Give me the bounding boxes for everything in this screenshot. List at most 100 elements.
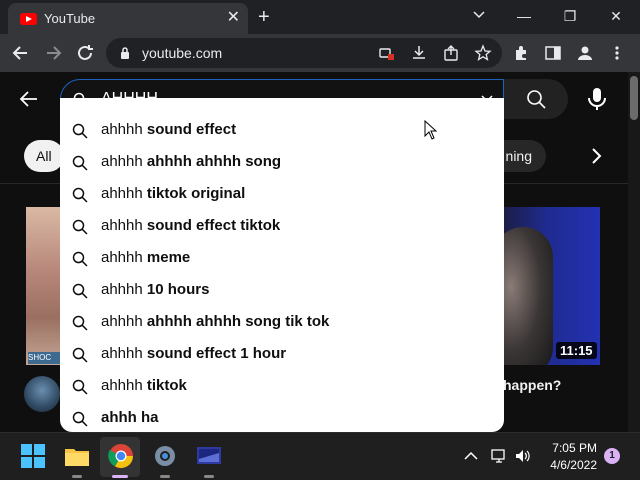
suggestion-prefix: ahhhh [101, 185, 147, 202]
search-icon [72, 411, 88, 427]
search-suggestion-item[interactable]: ahhhh sound effect tiktok [60, 210, 504, 242]
clock-date[interactable]: 4/6/2022 [545, 458, 597, 472]
suggestion-completion: sound effect 1 hour [146, 345, 287, 362]
desktop-app-icon[interactable] [194, 441, 224, 471]
chrome-app-icon[interactable] [106, 441, 136, 471]
suggestion-text: ahhhh meme [101, 249, 190, 266]
url-text[interactable]: youtube.com [142, 45, 222, 61]
windows-start-icon[interactable] [18, 441, 48, 471]
search-icon [72, 219, 88, 235]
mouse-cursor-icon [424, 120, 438, 140]
search-icon [72, 155, 88, 171]
new-tab-button[interactable]: + [258, 6, 270, 28]
chevron-up-icon[interactable] [462, 447, 480, 465]
suggestion-prefix: ahhhh [101, 121, 147, 138]
browser-tab-youtube[interactable]: YouTube ✕ [8, 3, 248, 34]
page-scrollbar-thumb[interactable] [630, 76, 638, 120]
profile-avatar-icon[interactable] [576, 44, 594, 62]
suggestion-text: ahhhh ahhhh ahhhh song [101, 153, 281, 170]
suggestion-completion: ahhh ha [101, 409, 159, 426]
chrome-active-indicator [112, 475, 128, 478]
window-restore-button[interactable]: ❐ [560, 6, 580, 26]
clock-time[interactable]: 7:05 PM [545, 441, 597, 455]
search-icon [72, 283, 88, 299]
suggestion-completion: tiktok original [146, 185, 246, 202]
suggestion-completion: meme [146, 249, 191, 266]
tab-title: YouTube [44, 11, 96, 26]
chevron-right-icon[interactable] [584, 144, 608, 168]
suggestion-prefix: ahhhh [101, 249, 147, 266]
settings-gear-icon[interactable] [150, 441, 180, 471]
thumbnail-person-image [503, 227, 553, 365]
search-button[interactable] [504, 79, 568, 119]
search-suggestion-item[interactable]: ahhhh sound effect 1 hour [60, 338, 504, 370]
suggestion-completion: sound effect [146, 121, 237, 138]
network-icon[interactable] [490, 447, 508, 465]
search-icon [72, 123, 88, 139]
search-icon [72, 251, 88, 267]
bookmark-star-icon[interactable] [474, 44, 492, 62]
suggestion-completion: ahhhh ahhhh song [146, 153, 282, 170]
suggestion-text: ahhhh 10 hours [101, 281, 209, 298]
search-suggestion-item[interactable]: ahhhh 10 hours [60, 274, 504, 306]
suggestion-text: ahhhh sound effect 1 hour [101, 345, 286, 362]
search-suggestions-dropdown: ahhhh sound effect ahhhh ahhhh ahhhh song… [60, 98, 504, 432]
page-scrollbar-track[interactable] [628, 72, 640, 432]
suggestion-text: ahhh ha [101, 409, 159, 426]
reload-icon[interactable] [74, 42, 96, 64]
window-minimize-button[interactable]: — [514, 6, 534, 26]
search-suggestion-item[interactable]: ahhhh tiktok [60, 370, 504, 402]
search-suggestion-item[interactable]: ahhhh meme [60, 242, 504, 274]
search-icon [72, 315, 88, 331]
microphone-icon[interactable] [580, 82, 614, 116]
suggestion-text: ahhhh tiktok original [101, 185, 245, 202]
video-thumbnail-left[interactable] [26, 207, 62, 365]
notification-count-badge[interactable]: 1 [604, 448, 620, 464]
video-duration-badge: 11:15 [556, 342, 597, 359]
camera-blocked-icon[interactable] [378, 44, 396, 62]
search-suggestion-item[interactable]: ahhhh ahhhh ahhhh song tik tok [60, 306, 504, 338]
search-back-arrow-icon[interactable] [16, 86, 42, 112]
file-explorer-icon[interactable] [62, 441, 92, 471]
lock-icon[interactable] [120, 46, 130, 60]
suggestion-completion: sound effect tiktok [146, 217, 281, 234]
share-icon[interactable] [442, 44, 460, 62]
channel-avatar[interactable] [24, 376, 60, 412]
suggestion-completion: 10 hours [146, 281, 210, 298]
suggestion-text: ahhhh ahhhh ahhhh song tik tok [101, 313, 329, 330]
install-app-icon[interactable] [410, 44, 428, 62]
youtube-favicon-icon [20, 13, 37, 25]
volume-icon[interactable] [514, 447, 532, 465]
search-suggestion-item[interactable]: ahhhh tiktok original [60, 178, 504, 210]
tab-close-button[interactable]: ✕ [227, 9, 240, 27]
tab-search-chevron-icon[interactable] [472, 7, 486, 21]
suggestion-text: ahhhh sound effect tiktok [101, 217, 280, 234]
video-title[interactable]: happen? [503, 377, 561, 393]
windows-taskbar: 7:05 PM 4/6/2022 1 [0, 432, 640, 480]
search-suggestion-item[interactable]: ahhh ha [60, 402, 504, 432]
side-panel-icon[interactable] [544, 44, 562, 62]
search-icon [72, 187, 88, 203]
extensions-puzzle-icon[interactable] [512, 44, 530, 62]
browser-tab-bar: YouTube ✕ + — ❐ ✕ [0, 0, 640, 34]
desktop-app-indicator [204, 475, 214, 478]
suggestion-prefix: ahhhh [101, 153, 147, 170]
forward-arrow-icon[interactable] [42, 42, 64, 64]
browser-toolbar: youtube.com [0, 34, 640, 72]
suggestion-prefix: ahhhh [101, 281, 147, 298]
back-arrow-icon[interactable] [10, 42, 32, 64]
search-suggestion-item[interactable]: ahhhh ahhhh ahhhh song [60, 146, 504, 178]
suggestion-prefix: ahhhh [101, 217, 147, 234]
chrome-menu-icon[interactable] [608, 44, 626, 62]
chip-all[interactable]: All [24, 140, 64, 172]
suggestion-prefix: ahhhh [101, 313, 147, 330]
suggestion-prefix: ahhhh [101, 345, 147, 362]
search-icon [72, 347, 88, 363]
suggestion-completion: ahhhh ahhhh song tik tok [146, 313, 330, 330]
suggestion-prefix: ahhhh [101, 377, 147, 394]
magnifier-icon [527, 90, 546, 109]
settings-indicator [160, 475, 170, 478]
suggestion-text: ahhhh sound effect [101, 121, 236, 138]
window-close-button[interactable]: ✕ [606, 6, 626, 26]
search-icon [72, 379, 88, 395]
